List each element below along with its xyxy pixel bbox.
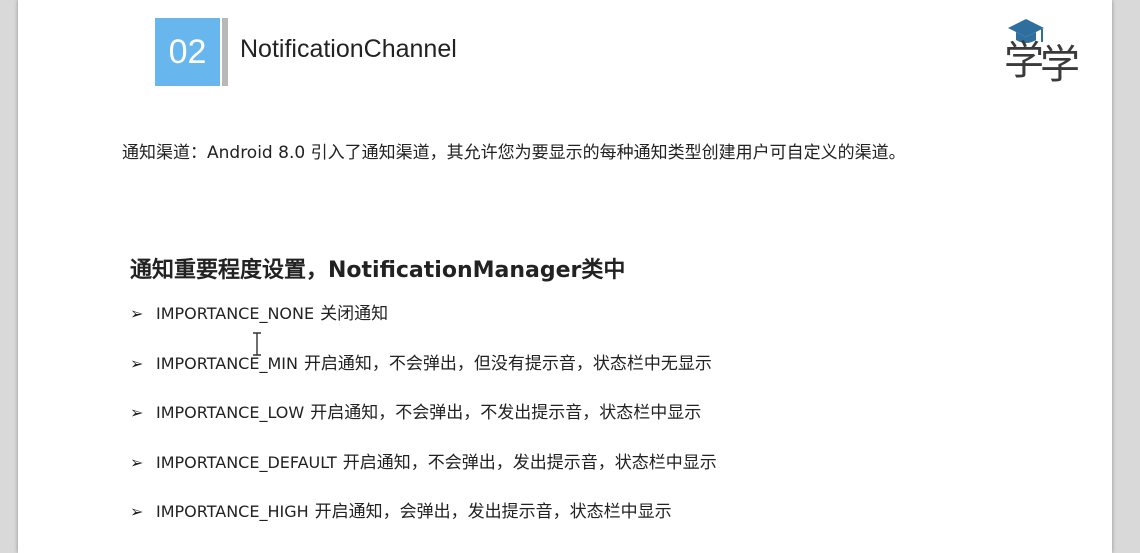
graduation-cap-logo-icon: 学 学	[1002, 16, 1084, 88]
logo-glyph-right: 学	[1040, 42, 1080, 82]
importance-description: 关闭通知	[320, 304, 389, 324]
list-item: ➢ IMPORTANCE_MIN 开启通知，不会弹出，但没有提示音，状态栏中无显示	[130, 351, 717, 401]
importance-description: 开启通知，不会弹出，但没有提示音，状态栏中无显示	[303, 353, 712, 374]
importance-code: IMPORTANCE_LOW	[156, 403, 305, 422]
list-item: ➢ IMPORTANCE_HIGH 开启通知，会弹出，发出提示音，状态栏中显示	[130, 499, 717, 549]
slide: 02 NotificationChannel 学 学 通知渠道：Android …	[18, 0, 1112, 553]
arrow-bullet-icon: ➢	[130, 353, 144, 373]
importance-code: IMPORTANCE_HIGH	[156, 502, 309, 521]
importance-description: 开启通知，不会弹出，不发出提示音，状态栏中显示	[310, 403, 702, 423]
section-number-divider	[222, 18, 228, 86]
slide-title: NotificationChannel	[240, 35, 457, 63]
section-number: 02	[155, 18, 220, 86]
importance-code: IMPORTANCE_MIN	[156, 353, 298, 373]
arrow-bullet-icon: ➢	[130, 452, 144, 472]
arrow-bullet-icon: ➢	[130, 502, 144, 521]
section-title: 通知重要程度设置，NotificationManager类中	[130, 258, 626, 283]
importance-description: 开启通知，不会弹出，发出提示音，状态栏中显示	[342, 452, 717, 473]
logo-glyph-left: 学	[1004, 38, 1044, 82]
text-cursor-icon	[251, 332, 263, 356]
importance-code: IMPORTANCE_DEFAULT	[156, 452, 337, 472]
arrow-bullet-icon: ➢	[130, 403, 144, 422]
importance-list: ➢ IMPORTANCE_NONE 关闭通知 ➢ IMPORTANCE_MIN 开启通知…	[130, 301, 717, 549]
importance-description: 开启通知，会弹出，发出提示音，状态栏中显示	[314, 502, 672, 522]
list-item: ➢ IMPORTANCE_DEFAULT 开启通知，不会弹出，发出提示音，状态栏中显…	[130, 450, 717, 500]
intro-paragraph: 通知渠道：Android 8.0 引入了通知渠道，其允许您为要显示的每种通知类型…	[122, 143, 906, 163]
arrow-bullet-icon: ➢	[130, 304, 144, 323]
list-item: ➢ IMPORTANCE_LOW 开启通知，不会弹出，不发出提示音，状态栏中显示	[130, 400, 717, 450]
importance-code: IMPORTANCE_NONE	[156, 304, 315, 323]
list-item: ➢ IMPORTANCE_NONE 关闭通知	[130, 301, 717, 351]
